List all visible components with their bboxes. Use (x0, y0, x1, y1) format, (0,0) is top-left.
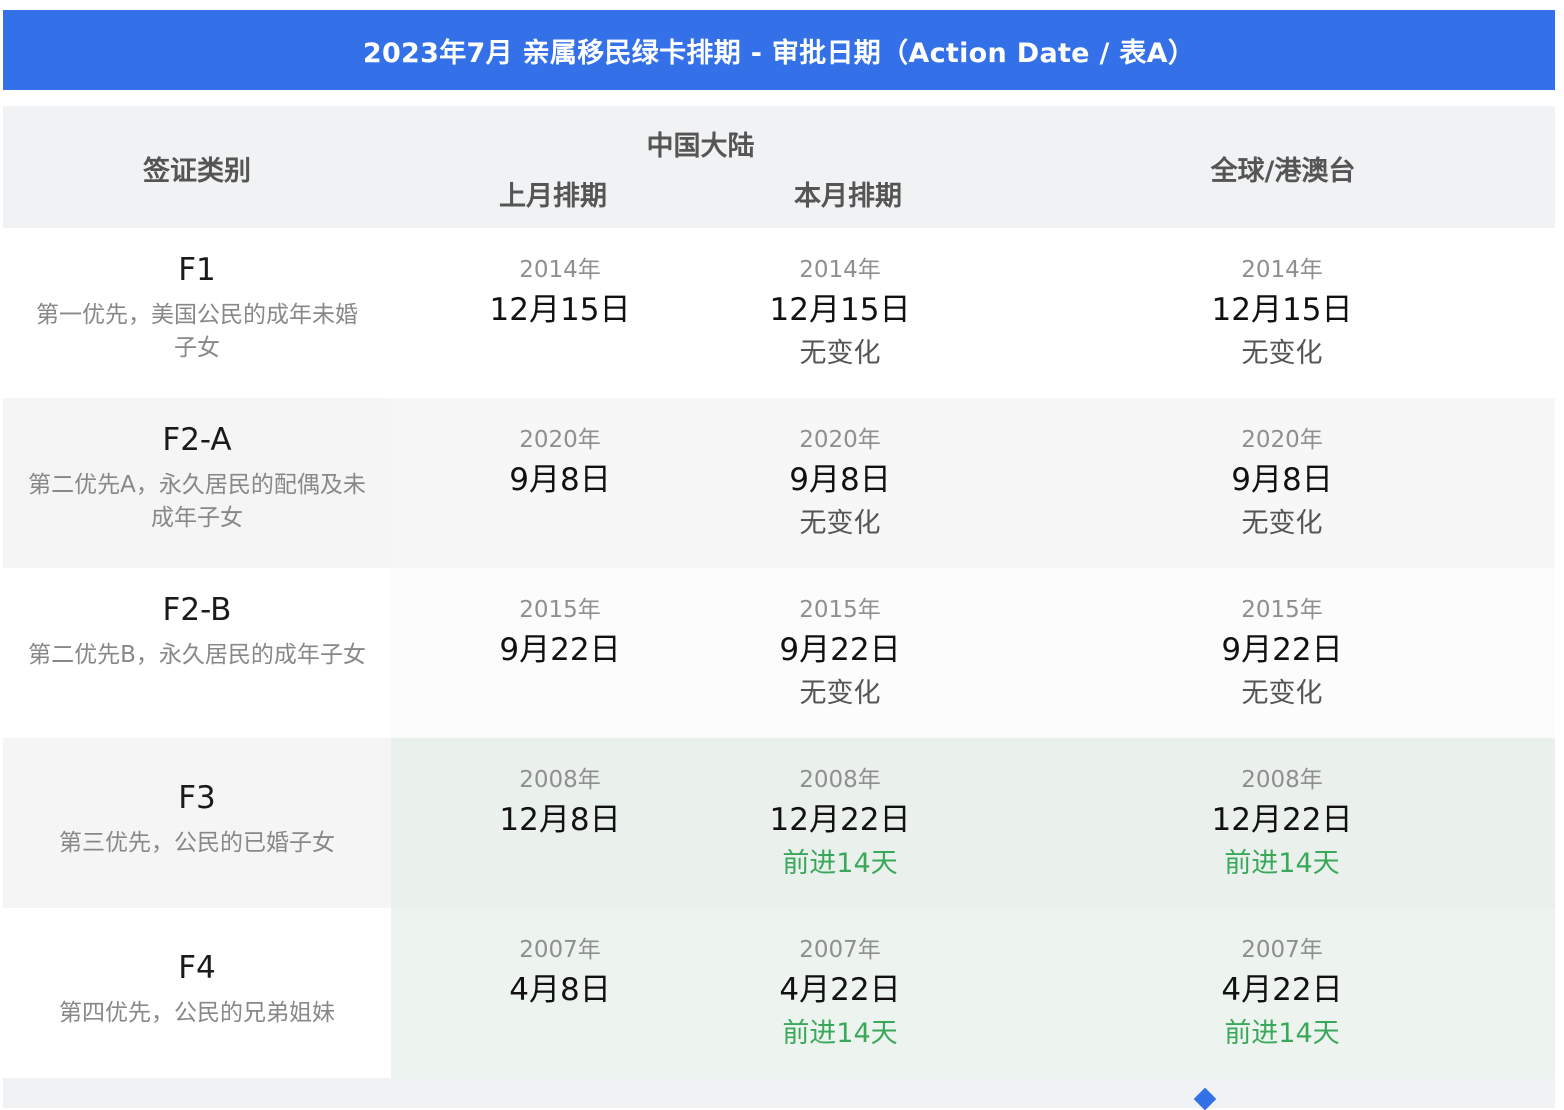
global-date: 9月8日 (1231, 462, 1333, 498)
table-row-f3: F3 第三优先，公民的已婚子女 2008年 12月8日 2008年 12月22日… (3, 738, 1555, 908)
cn-prev-cell: 2020年 9月8日 (410, 398, 710, 568)
global-status: 前进14天 (1224, 1018, 1340, 1049)
category-description: 第二优先A，永久居民的配偶及未成年子女 (28, 472, 366, 531)
category-cell: F2-A 第二优先A，永久居民的配偶及未成年子女 (3, 398, 391, 568)
cn-prev-date: 4月8日 (509, 972, 611, 1008)
cn-curr-cell: 2007年 4月22日 前进14天 (690, 908, 990, 1078)
category-cell: F4 第四优先，公民的兄弟姐妹 (3, 908, 391, 1078)
global-cell: 2014年 12月15日 无变化 (1132, 228, 1432, 398)
global-cell: 2007年 4月22日 前进14天 (1132, 908, 1432, 1078)
global-year: 2020年 (1241, 427, 1323, 453)
cn-prev-date: 9月22日 (499, 632, 621, 668)
cn-prev-year: 2014年 (519, 257, 601, 283)
global-date: 9月22日 (1221, 632, 1343, 668)
cn-curr-date: 9月8日 (789, 462, 891, 498)
cn-curr-year: 2008年 (799, 767, 881, 793)
table-row-f2a: F2-A 第二优先A，永久居民的配偶及未成年子女 2020年 9月8日 2020… (3, 398, 1555, 568)
cn-prev-cell: 2015年 9月22日 (410, 568, 710, 738)
category-code: F4 (178, 950, 216, 986)
cn-curr-status: 前进14天 (782, 1018, 898, 1049)
header-this-month: 本月排期 (794, 181, 902, 212)
category-code: F2-A (162, 422, 232, 458)
table-header: 签证类别 中国大陆 上月排期 本月排期 全球/港澳台 (3, 106, 1555, 228)
global-year: 2008年 (1241, 767, 1323, 793)
global-cell: 2020年 9月8日 无变化 (1132, 398, 1432, 568)
cn-curr-date: 12月22日 (769, 802, 911, 838)
cn-prev-cell: 2007年 4月8日 (410, 908, 710, 1078)
cn-prev-cell: 2014年 12月15日 (410, 228, 710, 398)
category-cell: F2-B 第二优先B，永久居民的成年子女 (3, 568, 391, 738)
cn-curr-year: 2014年 (799, 257, 881, 283)
cn-prev-year: 2007年 (519, 937, 601, 963)
cn-curr-cell: 2014年 12月15日 无变化 (690, 228, 990, 398)
cn-curr-cell: 2008年 12月22日 前进14天 (690, 738, 990, 908)
table-row-f4: F4 第四优先，公民的兄弟姐妹 2007年 4月8日 2007年 4月22日 前… (3, 908, 1555, 1078)
cn-curr-year: 2015年 (799, 597, 881, 623)
cn-prev-year: 2008年 (519, 767, 601, 793)
global-status: 无变化 (1241, 508, 1323, 539)
cn-curr-date: 4月22日 (779, 972, 901, 1008)
global-date: 4月22日 (1221, 972, 1343, 1008)
global-cell: 2008年 12月22日 前进14天 (1132, 738, 1432, 908)
header-global: 全球/港澳台 (1210, 156, 1356, 187)
cn-curr-year: 2007年 (799, 937, 881, 963)
global-year: 2007年 (1241, 937, 1323, 963)
visa-bulletin-table: 2023年7月 亲属移民绿卡排期 - 审批日期（Action Date / 表A… (3, 10, 1555, 1108)
category-cell: F3 第三优先，公民的已婚子女 (3, 738, 391, 908)
category-description: 第四优先，公民的兄弟姐妹 (59, 1000, 335, 1026)
category-cell: F1 第一优先，美国公民的成年未婚子女 (3, 228, 391, 398)
header-china-mainland: 中国大陆 (646, 131, 755, 162)
global-date: 12月22日 (1211, 802, 1353, 838)
global-status: 前进14天 (1224, 848, 1340, 879)
cn-prev-date: 9月8日 (509, 462, 611, 498)
global-year: 2014年 (1241, 257, 1323, 283)
cn-curr-date: 9月22日 (779, 632, 901, 668)
cn-curr-cell: 2015年 9月22日 无变化 (690, 568, 990, 738)
table-row-f1: F1 第一优先，美国公民的成年未婚子女 2014年 12月15日 2014年 1… (3, 228, 1555, 398)
cn-prev-year: 2015年 (519, 597, 601, 623)
cn-curr-cell: 2020年 9月8日 无变化 (690, 398, 990, 568)
table-footer-band (3, 1078, 1555, 1108)
cn-prev-date: 12月8日 (499, 802, 621, 838)
category-code: F2-B (162, 592, 232, 628)
category-description: 第一优先，美国公民的成年未婚子女 (36, 302, 358, 361)
cn-prev-cell: 2008年 12月8日 (410, 738, 710, 908)
cn-curr-status: 前进14天 (782, 848, 898, 879)
header-category: 签证类别 (143, 156, 251, 187)
cn-curr-status: 无变化 (799, 678, 881, 709)
cn-curr-status: 无变化 (799, 508, 881, 539)
cn-curr-year: 2020年 (799, 427, 881, 453)
cn-curr-date: 12月15日 (769, 292, 911, 328)
global-status: 无变化 (1241, 338, 1323, 369)
category-description: 第三优先，公民的已婚子女 (59, 830, 335, 856)
global-status: 无变化 (1241, 678, 1323, 709)
category-description: 第二优先B，永久居民的成年子女 (28, 642, 366, 668)
cn-prev-date: 12月15日 (489, 292, 631, 328)
category-code: F3 (178, 780, 216, 816)
category-code: F1 (178, 252, 216, 288)
global-cell: 2015年 9月22日 无变化 (1132, 568, 1432, 738)
cn-curr-status: 无变化 (799, 338, 881, 369)
global-date: 12月15日 (1211, 292, 1353, 328)
global-year: 2015年 (1241, 597, 1323, 623)
header-prev-month: 上月排期 (499, 181, 607, 212)
cn-prev-year: 2020年 (519, 427, 601, 453)
table-title: 2023年7月 亲属移民绿卡排期 - 审批日期（Action Date / 表A… (3, 10, 1555, 90)
table-row-f2b: F2-B 第二优先B，永久居民的成年子女 2015年 9月22日 2015年 9… (3, 568, 1555, 738)
